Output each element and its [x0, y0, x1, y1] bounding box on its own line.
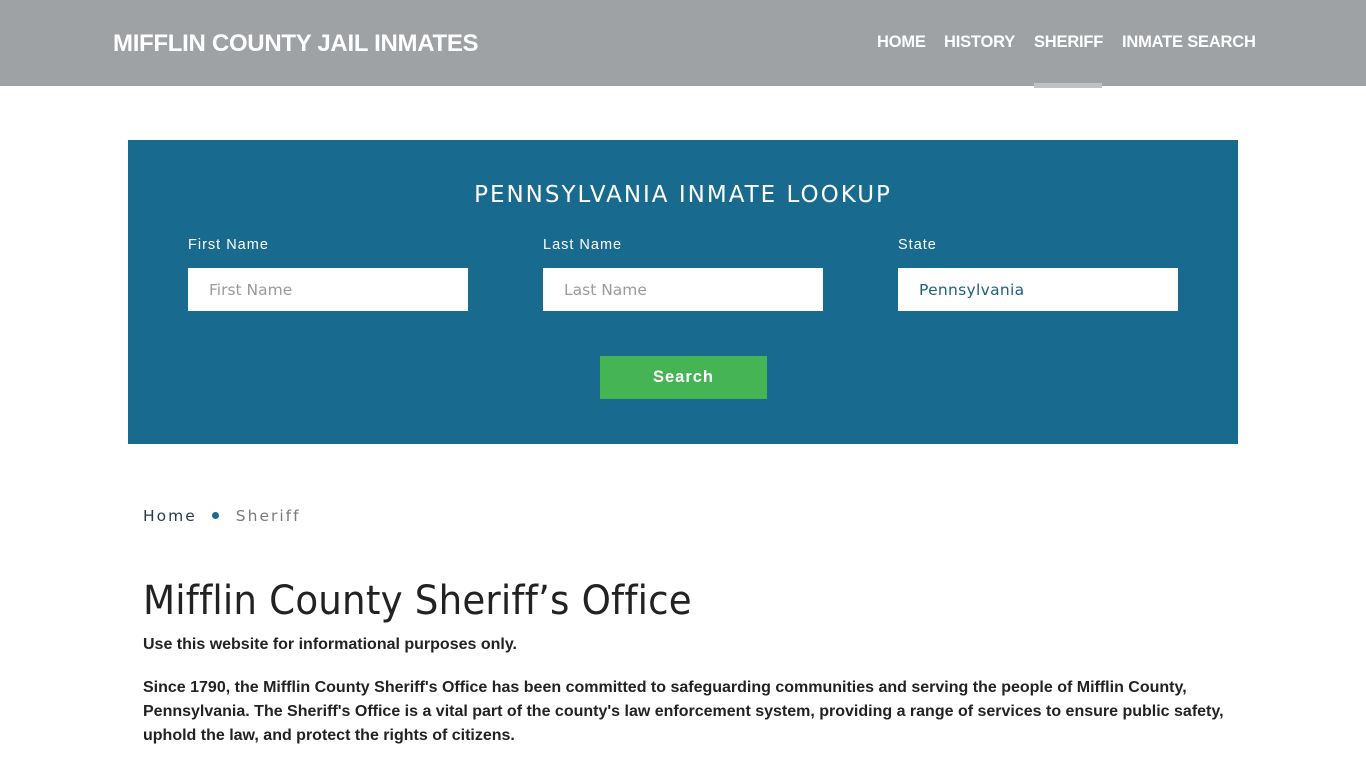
breadcrumb-home-link[interactable]: Home	[143, 507, 197, 525]
disclaimer-text: Use this website for informational purpo…	[143, 636, 517, 653]
intro-paragraph: Since 1790, the Mifflin County Sheriff's…	[143, 679, 1224, 744]
lookup-title: PENNSYLVANIA INMATE LOOKUP	[474, 182, 892, 208]
breadcrumb-separator-dot-icon	[211, 512, 219, 520]
site-header: MIFFLIN COUNTY JAIL INMATES HOME HISTORY…	[0, 0, 1366, 89]
main-nav: HOME HISTORY SHERIFF INMATE SEARCH	[0, 33, 1366, 89]
first-name-input[interactable]	[188, 268, 468, 311]
nav-item-sheriff[interactable]: SHERIFF	[1034, 33, 1103, 88]
state-input[interactable]	[898, 268, 1178, 311]
nav-item-history[interactable]: HISTORY	[944, 33, 1015, 52]
page-title: Mifflin County Sheriff’s Office	[143, 578, 692, 624]
last-name-input[interactable]	[543, 268, 823, 311]
inmate-lookup-panel: PENNSYLVANIA INMATE LOOKUP First Name La…	[128, 140, 1238, 444]
first-name-label: First Name	[188, 237, 269, 253]
breadcrumb: Home Sheriff	[143, 506, 301, 526]
nav-item-home[interactable]: HOME	[877, 33, 926, 52]
search-button[interactable]: Search	[600, 356, 767, 399]
state-label: State	[898, 237, 937, 253]
breadcrumb-current: Sheriff	[235, 507, 301, 525]
last-name-label: Last Name	[543, 237, 623, 253]
nav-item-inmate-search[interactable]: INMATE SEARCH	[1122, 33, 1256, 52]
